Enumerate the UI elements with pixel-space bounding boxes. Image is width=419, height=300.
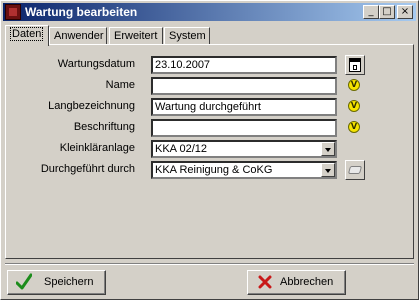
clear-button[interactable] <box>345 160 365 180</box>
maximize-icon: □ <box>382 6 392 17</box>
durchgefuehrt-durch-label: Durchgeführt durch <box>40 163 135 175</box>
cancel-button[interactable]: Abbrechen <box>247 270 346 295</box>
name-field[interactable] <box>151 77 337 95</box>
durchgefuehrt-durch-value: KKA Reinigung & CoKG <box>155 164 273 176</box>
cancel-button-label: Abbrechen <box>280 276 334 288</box>
beschriftung-label: Beschriftung <box>73 121 135 133</box>
title-bar[interactable]: Wartung bearbeiten _ □ × <box>3 3 416 21</box>
chevron-down-icon[interactable] <box>321 142 335 156</box>
checkmark-icon <box>16 273 32 290</box>
kleinklaeranlage-select[interactable]: KKA 02/12 <box>151 140 337 158</box>
footer-divider <box>5 263 414 265</box>
v-icon: V <box>348 121 360 133</box>
date-picker-button[interactable] <box>345 55 365 75</box>
name-label: Name <box>105 79 135 91</box>
tab-system-label: System <box>169 30 206 42</box>
name-v-button[interactable]: V <box>345 76 365 96</box>
langbezeichnung-label: Langbezeichnung <box>48 100 135 112</box>
tab-erweitert[interactable]: Erweitert <box>109 27 163 44</box>
close-icon: × <box>400 6 410 17</box>
eraser-icon <box>347 166 363 174</box>
save-button-label: Speichern <box>44 276 94 288</box>
v-icon: V <box>348 100 360 112</box>
wartungsdatum-label: Wartungsdatum <box>57 58 135 70</box>
beschriftung-v-button[interactable]: V <box>345 118 365 138</box>
chevron-down-icon[interactable] <box>321 163 335 177</box>
tab-panel-daten: Wartungsdatum 23.10.2007 Name V Langbeze… <box>5 44 414 259</box>
langbezeichnung-v-button[interactable]: V <box>345 97 365 117</box>
close-button[interactable]: × <box>397 5 413 19</box>
maximize-button[interactable]: □ <box>379 5 395 19</box>
save-button[interactable]: Speichern <box>7 270 106 295</box>
minimize-button[interactable]: _ <box>363 5 379 19</box>
kleinklaeranlage-value: KKA 02/12 <box>155 143 207 155</box>
langbezeichnung-field[interactable]: Wartung durchgeführt <box>151 98 337 116</box>
tab-erweitert-label: Erweitert <box>114 30 158 42</box>
window-title: Wartung bearbeiten <box>25 5 138 19</box>
v-icon: V <box>348 79 360 91</box>
app-icon <box>5 4 21 20</box>
beschriftung-field[interactable] <box>151 119 337 137</box>
tab-anwender[interactable]: Anwender <box>49 27 107 44</box>
minimize-icon: _ <box>368 6 374 17</box>
wartungsdatum-field[interactable]: 23.10.2007 <box>151 56 337 74</box>
tab-anwender-label: Anwender <box>54 30 104 42</box>
durchgefuehrt-durch-select[interactable]: KKA Reinigung & CoKG <box>151 161 337 179</box>
cancel-x-icon <box>258 275 272 289</box>
kleinklaeranlage-label: Kleinkläranlage <box>59 142 135 154</box>
tab-daten[interactable]: Daten <box>5 25 49 46</box>
calendar-icon <box>349 58 361 72</box>
tab-system[interactable]: System <box>164 27 210 44</box>
dialog-window: Wartung bearbeiten _ □ × Daten Anwender … <box>0 0 419 300</box>
tab-daten-label: Daten <box>10 27 44 41</box>
